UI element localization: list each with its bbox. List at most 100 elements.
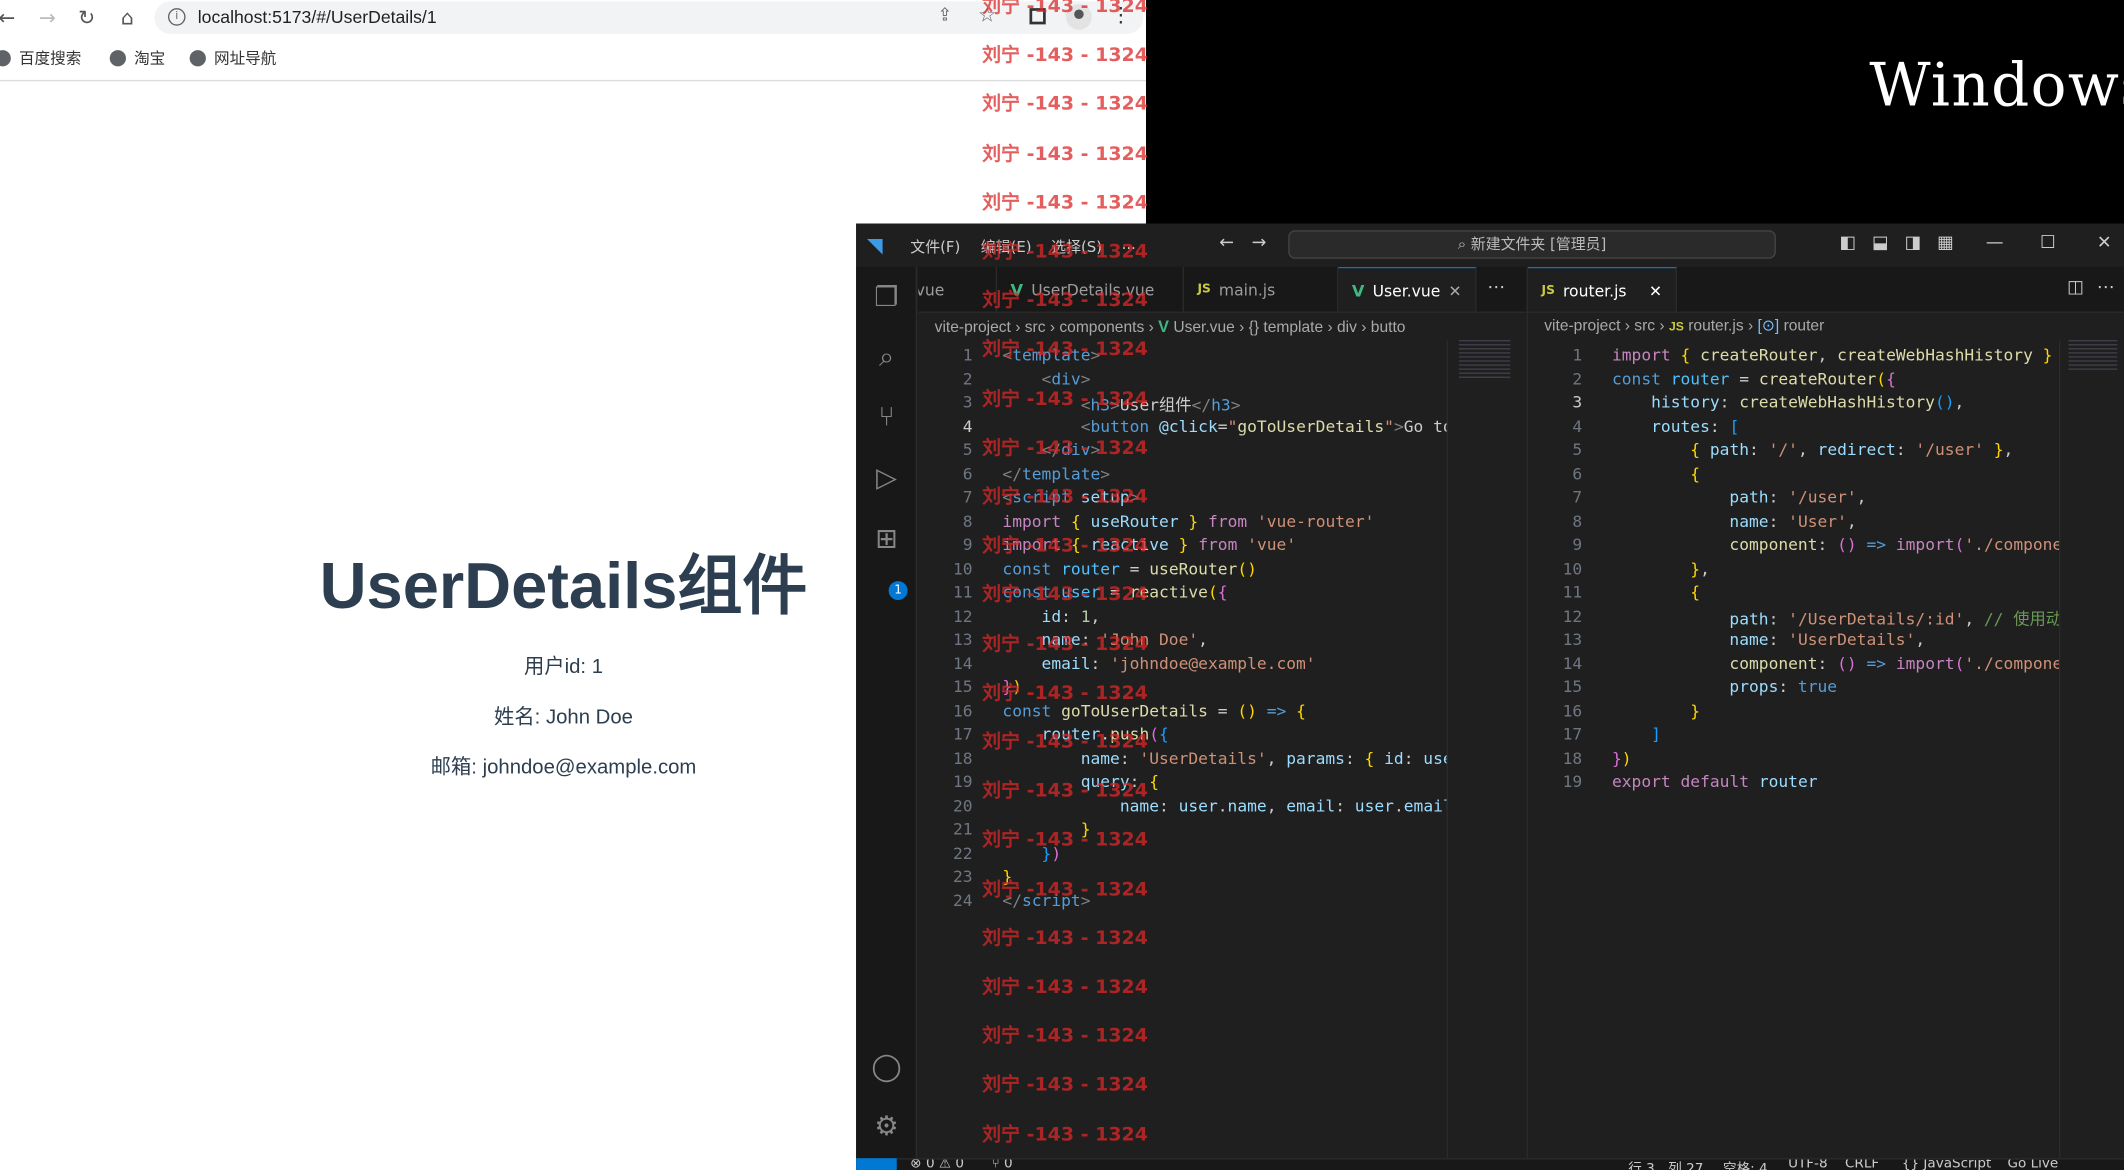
sidebar-icon[interactable] — [1029, 8, 1046, 25]
back-icon[interactable]: ← — [0, 5, 19, 29]
code-line[interactable]: routes: [ — [1612, 417, 1739, 436]
close-tab-icon[interactable]: ✕ — [1649, 281, 1662, 300]
status-item[interactable]: 行 3，列 27 — [1628, 1160, 1703, 1170]
bookmark-item[interactable]: 淘宝 — [109, 47, 165, 69]
code-line[interactable]: }) — [1002, 843, 1062, 862]
omnibox[interactable]: i localhost:5173/#/UserDetails/1 ⇪ ☆ — [154, 1, 1144, 34]
nav-forward-icon[interactable]: → — [1252, 233, 1267, 253]
code-line[interactable]: path: '/user', — [1612, 488, 1866, 507]
code-line[interactable]: </script> — [1002, 891, 1090, 910]
home-icon[interactable]: ⌂ — [115, 5, 139, 29]
code-line[interactable]: const router = createRouter({ — [1612, 369, 1896, 388]
tab-router-js[interactable]: JS router.js ✕ — [1527, 266, 1677, 312]
menu-selection[interactable]: 选择(S) — [1051, 236, 1102, 258]
code-line[interactable]: name: 'John Doe', — [1002, 630, 1208, 649]
tab-userdetails[interactable]: V UserDetails.vue — [997, 266, 1184, 312]
code-line[interactable]: email: 'johndoe@example.com' — [1002, 654, 1316, 673]
right-editor[interactable]: 1 import { createRouter, createWebHashHis… — [1528, 340, 2059, 1158]
code-line[interactable]: <div> — [1002, 369, 1091, 388]
code-line[interactable]: }, — [1612, 559, 1710, 578]
tab-main-js[interactable]: JS main.js — [1184, 266, 1339, 312]
code-line[interactable]: <script setup> — [1002, 488, 1139, 507]
code-line[interactable]: { — [1612, 464, 1700, 483]
status-item[interactable]: 空格: 4 — [1723, 1160, 1768, 1170]
code-line[interactable]: query: { — [1002, 772, 1159, 791]
account-icon[interactable]: ◯ — [870, 1050, 904, 1084]
status-item[interactable]: CRLF — [1845, 1160, 1879, 1170]
more-actions-icon[interactable]: ⋯ — [1487, 278, 1505, 298]
command-center[interactable]: ⌕ 新建文件夹 [管理员] — [1288, 230, 1776, 259]
code-line[interactable]: const user = reactive({ — [1002, 582, 1227, 601]
close-tab-icon[interactable]: ✕ — [1449, 281, 1462, 300]
code-line[interactable]: id: 1, — [1002, 606, 1101, 625]
toggle-sidebar-icon[interactable]: ◧ — [1840, 233, 1857, 253]
explorer-icon[interactable]: ❐ — [870, 280, 904, 314]
code-line[interactable]: path: '/UserDetails/:id', // 使用动 — [1612, 606, 2059, 629]
run-debug-icon[interactable]: ▷ — [870, 461, 904, 495]
share-icon[interactable]: ⇪ — [937, 5, 952, 25]
code-line[interactable]: import { reactive } from 'vue' — [1002, 535, 1296, 554]
code-line[interactable]: }) — [1612, 748, 1632, 767]
code-line[interactable]: </template> — [1002, 464, 1110, 483]
code-line[interactable]: name: 'User', — [1612, 511, 1856, 530]
tab-vue[interactable]: vue — [918, 266, 997, 312]
search-icon[interactable]: ⌕ — [870, 340, 904, 374]
layout-icon[interactable]: ▦ — [1937, 233, 1954, 253]
code-line[interactable]: <button @click="goToUserDetails">Go to — [1002, 417, 1447, 436]
status-item[interactable]: UTF-8 — [1788, 1160, 1827, 1170]
right-minimap[interactable] — [2058, 340, 2124, 1159]
left-minimap[interactable] — [1446, 340, 1527, 1159]
reload-icon[interactable]: ↻ — [75, 5, 99, 29]
code-line[interactable]: name: 'UserDetails', params: { id: user — [1002, 748, 1447, 767]
status-item[interactable]: ⑂ 0 — [992, 1160, 1013, 1170]
code-line[interactable]: { path: '/', redirect: '/user' }, — [1612, 440, 2013, 459]
menu-more[interactable]: ... — [1122, 236, 1136, 254]
menu-edit[interactable]: 编辑(E) — [981, 236, 1032, 258]
menu-dots-icon[interactable]: ⋮ — [1111, 3, 1131, 27]
code-line[interactable]: export default router — [1612, 772, 1818, 791]
maximize-icon[interactable]: ☐ — [2040, 233, 2056, 253]
code-line[interactable]: history: createWebHashHistory(), — [1612, 393, 1964, 412]
toggle-secondary-icon[interactable]: ◨ — [1905, 233, 1922, 253]
source-control-icon[interactable]: ⑂ — [870, 400, 904, 434]
status-item[interactable]: Go Live — [2008, 1160, 2059, 1170]
profile-icon[interactable] — [1066, 4, 1092, 30]
menu-file[interactable]: 文件(F) — [910, 236, 960, 258]
bookmark-item[interactable]: 网址导航 — [189, 47, 276, 69]
left-editor[interactable]: 1 <template> 2 <div> 3 <h3>User组件</h3> 4 <bu… — [918, 340, 1447, 1158]
status-item[interactable]: ⊗ 0 ⚠ 0 — [910, 1160, 964, 1170]
minimize-icon[interactable]: — — [1986, 233, 2004, 253]
close-icon[interactable]: ✕ — [2097, 233, 2112, 253]
forward-icon[interactable]: → — [35, 5, 59, 29]
code-line[interactable]: </div> — [1002, 440, 1101, 459]
code-line[interactable]: <template> — [1002, 345, 1100, 364]
status-item[interactable]: {} JavaScript — [1902, 1160, 1991, 1170]
code-line[interactable]: } — [1002, 820, 1091, 839]
code-line[interactable]: const goToUserDetails = () => { — [1002, 701, 1305, 720]
settings-gear-icon[interactable]: ⚙ — [870, 1109, 904, 1143]
code-line[interactable]: component: () => import('./componer — [1612, 654, 2059, 673]
remote-indicator[interactable] — [856, 1158, 897, 1170]
bookmark-item[interactable]: 百度搜索 — [0, 47, 81, 69]
code-line[interactable]: { — [1612, 582, 1700, 601]
more-actions-icon[interactable]: ⋯ — [2097, 278, 2115, 298]
toggle-panel-icon[interactable]: ⬓ — [1872, 233, 1889, 253]
code-line[interactable]: name: user.name, email: user.email — [1002, 796, 1447, 815]
code-line[interactable]: import { createRouter, createWebHashHist… — [1612, 345, 2059, 364]
code-line[interactable]: import { useRouter } from 'vue-router' — [1002, 511, 1374, 530]
code-line[interactable]: }) — [1002, 677, 1022, 696]
nav-back-icon[interactable]: ← — [1219, 233, 1234, 253]
code-line[interactable]: name: 'UserDetails', — [1612, 630, 1925, 649]
url-text[interactable]: localhost:5173/#/UserDetails/1 — [198, 7, 437, 27]
code-line[interactable]: ] — [1612, 725, 1661, 744]
split-editor-icon[interactable]: ◫ — [2067, 278, 2084, 298]
code-line[interactable]: } — [1002, 867, 1012, 886]
code-line[interactable]: } — [1612, 701, 1700, 720]
code-line[interactable]: component: () => import('./componer — [1612, 535, 2059, 554]
tab-user-vue[interactable]: V User.vue ✕ — [1338, 266, 1477, 312]
code-line[interactable]: <h3>User组件</h3> — [1002, 393, 1241, 416]
info-icon[interactable]: i — [167, 8, 186, 26]
extensions-icon[interactable]: ⊞ — [870, 522, 904, 556]
star-icon[interactable]: ☆ — [978, 3, 996, 27]
code-line[interactable]: const router = useRouter() — [1002, 559, 1257, 578]
